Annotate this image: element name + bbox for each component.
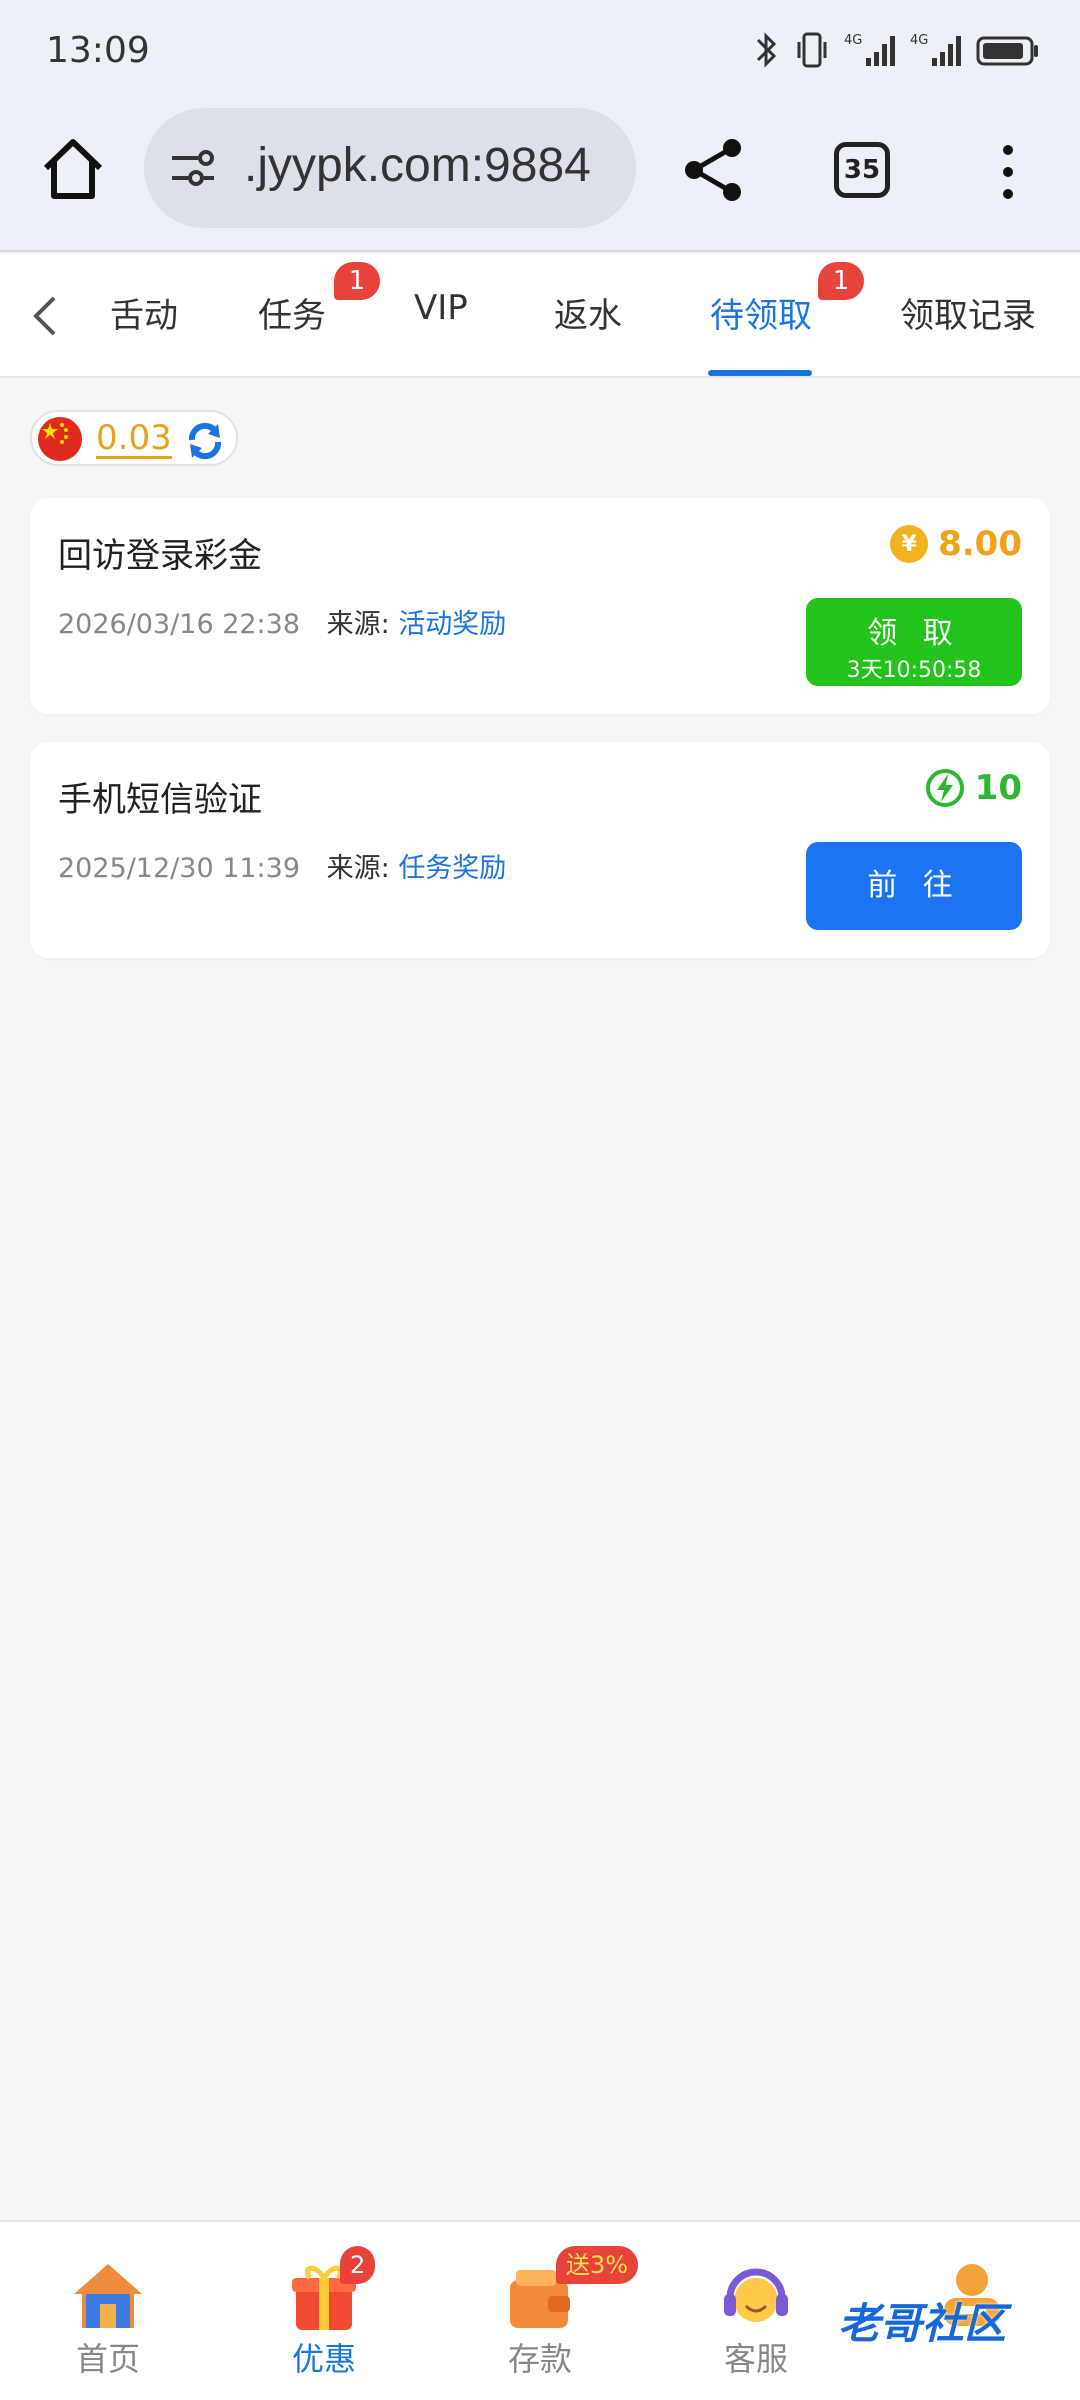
address-bar[interactable]: .jyypk.com:9884 (144, 108, 636, 228)
svg-text:4G: 4G (910, 33, 928, 48)
back-arrow-icon[interactable] (26, 294, 66, 338)
tab-pending[interactable]: 待领取 (710, 288, 812, 337)
reward-source-label: 来源: (326, 609, 390, 640)
claim-button-label: 领 取 (867, 616, 961, 651)
reward-source: 活动奖励 (398, 609, 507, 640)
home-icon[interactable] (40, 134, 106, 204)
go-button-label: 前 往 (867, 868, 961, 903)
nav-promotions-label: 优惠 (291, 2340, 356, 2378)
more-menu-icon[interactable] (990, 142, 1026, 202)
url-text: .jyypk.com:9884 (244, 139, 591, 192)
reward-meta: 2025/12/30 11:39 来源: 任务奖励 (58, 846, 506, 885)
bluetooth-icon (756, 32, 777, 68)
signal-4g-icon: 4G (844, 33, 895, 66)
reward-title: 手机短信验证 (58, 780, 262, 820)
reward-card: 回访登录彩金 2026/03/16 22:38 来源: 活动奖励 ¥ 8.00 … (30, 498, 1050, 714)
nav-deposit-badge: 送3% (556, 2246, 639, 2284)
tab-switcher-button[interactable]: 35 (834, 142, 890, 198)
gift-icon: 2 (286, 2246, 376, 2334)
status-time: 13:09 (46, 30, 150, 71)
site-settings-icon[interactable] (168, 146, 218, 190)
reward-amount: ¥ 8.00 (890, 524, 1022, 564)
tab-claim-history[interactable]: 领取记录 (900, 288, 1036, 337)
yuan-coin-icon: ¥ (890, 525, 929, 563)
nav-promotions-badge: 2 (340, 2246, 376, 2284)
balance-value: 0.03 (96, 418, 172, 459)
reward-date: 2026/03/16 22:38 (58, 609, 301, 640)
share-icon[interactable] (680, 136, 748, 204)
claim-countdown: 3天10:50:58 (846, 658, 982, 683)
reward-source-label: 来源: (326, 853, 390, 884)
nav-support[interactable]: 客服 (686, 2258, 826, 2380)
nav-deposit[interactable]: 送3% 存款 (470, 2246, 639, 2380)
headset-icon (718, 2258, 794, 2334)
active-tab-indicator (708, 370, 812, 376)
tab-rebate[interactable]: 返水 (554, 288, 622, 337)
lightning-icon (925, 769, 964, 807)
tab-activity[interactable]: 舌动 (110, 288, 178, 337)
reward-amount-value: 10 (974, 768, 1022, 808)
nav-promotions[interactable]: 2 优惠 (254, 2246, 394, 2380)
signal-4g-icon-2: 4G (910, 33, 961, 66)
refresh-icon[interactable] (182, 418, 228, 464)
browser-toolbar: .jyypk.com:9884 35 (0, 104, 1080, 252)
reward-source: 任务奖励 (398, 853, 507, 884)
tab-vip[interactable]: VIP (414, 288, 468, 328)
house-icon (70, 2258, 146, 2334)
watermark: 老哥社区 (838, 2299, 1007, 2348)
go-button[interactable]: 前 往 (806, 842, 1022, 930)
reward-title: 回访登录彩金 (58, 536, 262, 576)
nav-home[interactable]: 首页 (38, 2258, 178, 2380)
vibrate-icon (797, 32, 827, 68)
nav-home-label: 首页 (75, 2340, 140, 2378)
reward-amount: 10 (925, 768, 1022, 808)
tab-tasks-badge: 1 (334, 262, 380, 300)
balance-pill: 0.03 (30, 410, 238, 466)
reward-amount-value: 8.00 (938, 524, 1022, 564)
claim-button[interactable]: 领 取 3天10:50:58 (806, 598, 1022, 686)
status-icons: 4G 4G (754, 30, 1040, 70)
china-flag-icon (38, 417, 82, 461)
battery-icon (976, 36, 1038, 66)
nav-deposit-label: 存款 (507, 2340, 572, 2378)
reward-meta: 2026/03/16 22:38 来源: 活动奖励 (58, 602, 506, 641)
svg-text:4G: 4G (844, 33, 862, 48)
wallet-icon: 送3% (502, 2246, 639, 2334)
status-bar: 13:09 4G 4G (0, 0, 1080, 104)
reward-card: 手机短信验证 2025/12/30 11:39 来源: 任务奖励 10 前 往 (30, 742, 1050, 958)
nav-support-label: 客服 (723, 2340, 788, 2378)
tab-pending-badge: 1 (818, 262, 864, 300)
reward-date: 2025/12/30 11:39 (58, 853, 301, 884)
promo-tab-bar: 舌动 任务 1 VIP 返水 待领取 1 领取记录 (0, 254, 1080, 378)
tab-tasks[interactable]: 任务 (258, 288, 326, 337)
